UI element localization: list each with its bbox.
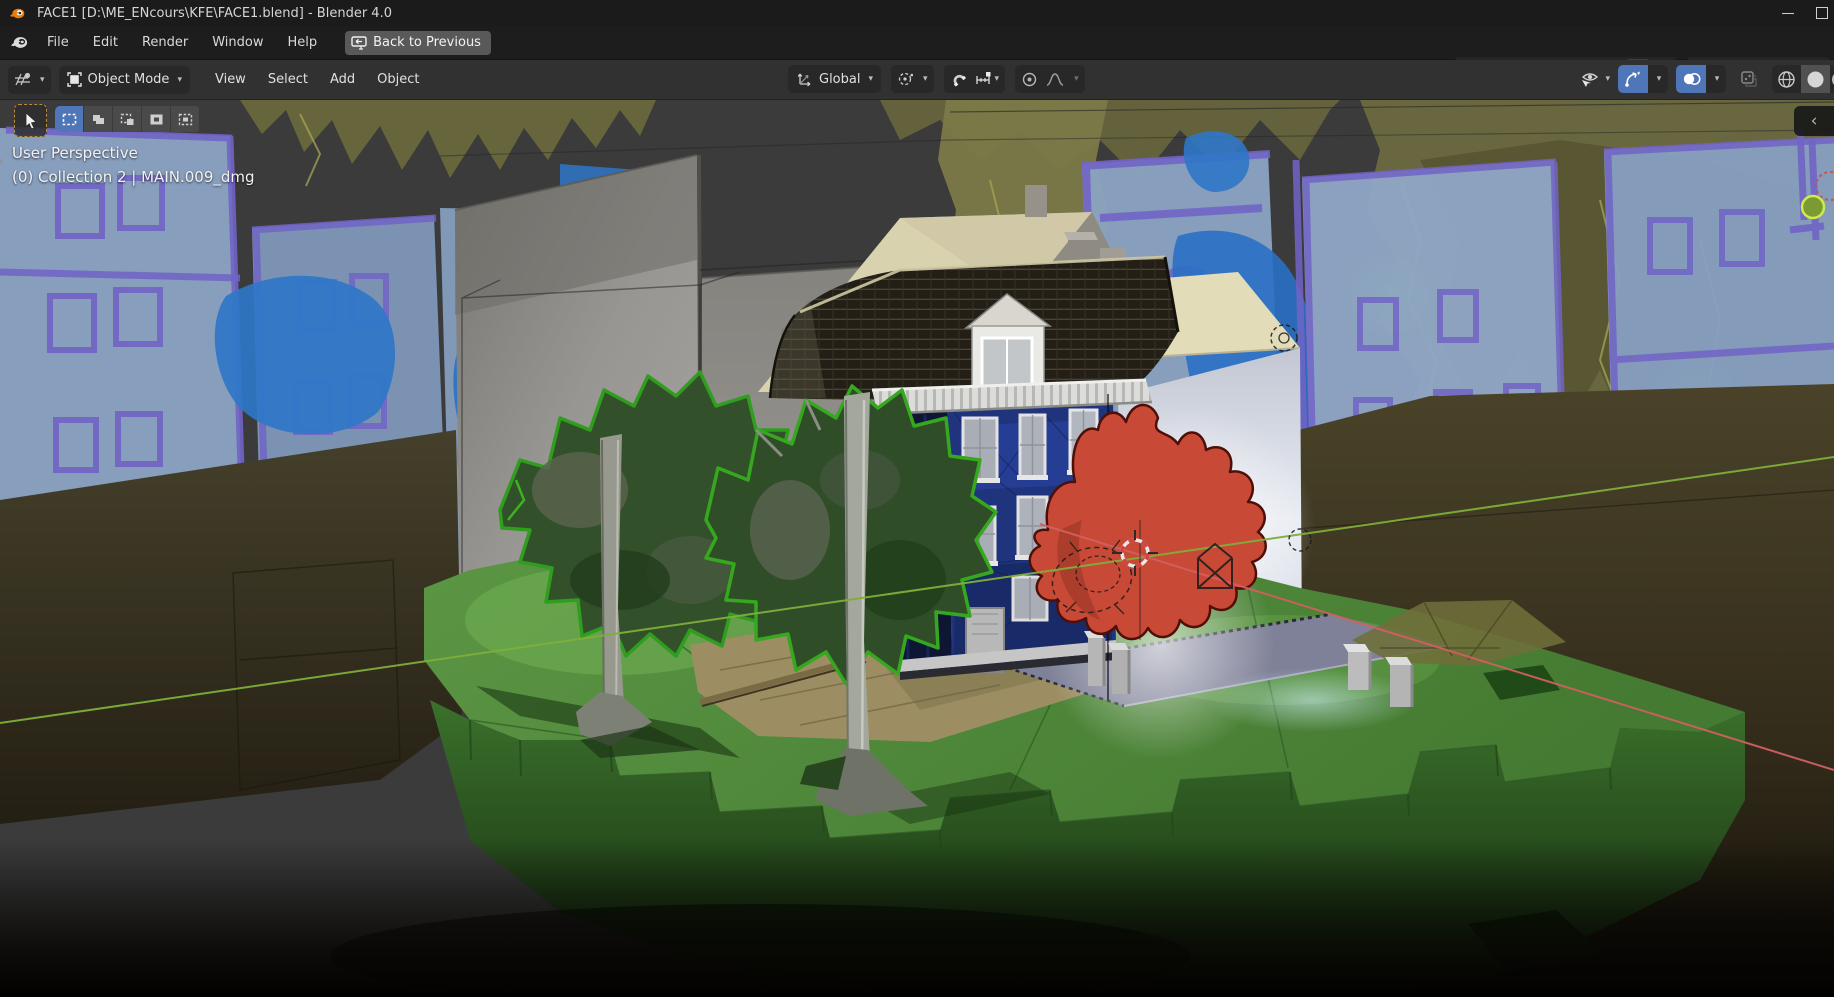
blender-logo [9, 5, 26, 22]
proportional-edit-group: ▾ [1015, 65, 1085, 93]
editor-type-button[interactable]: ▾ [8, 66, 51, 94]
select-mode-group [55, 106, 200, 132]
shading-wireframe-button[interactable] [1772, 65, 1801, 93]
chevron-down-icon: ▾ [995, 74, 1000, 84]
gizmo-toggle[interactable] [1618, 65, 1648, 93]
visibility-icon [1579, 70, 1601, 88]
select-mode-extend[interactable] [84, 106, 113, 132]
xray-toggle[interactable] [1734, 70, 1764, 88]
back-to-previous-button[interactable]: Back to Previous [345, 31, 491, 55]
solid-shading-icon [1806, 70, 1825, 89]
mode-dropdown[interactable]: Object Mode ▾ [59, 66, 190, 94]
proportional-icon[interactable] [1021, 71, 1038, 88]
overlays-dropdown[interactable]: ▾ [1706, 65, 1726, 93]
chevron-down-icon: ▾ [1605, 74, 1610, 84]
pivot-icon [897, 71, 915, 87]
blender-menu-button[interactable] [10, 33, 29, 52]
transform-orientation-dropdown[interactable]: Global ▾ [788, 65, 881, 93]
select-tool-button[interactable] [14, 104, 47, 137]
gizmo-y-axis-ball[interactable] [1802, 196, 1824, 218]
perspective-label: User Perspective [12, 144, 138, 162]
material-shading-icon [1830, 70, 1834, 89]
chevron-down-icon: ▾ [868, 74, 873, 84]
chevron-down-icon: ▾ [1074, 74, 1079, 84]
overlays-toggle-group: ▾ [1676, 65, 1726, 93]
select-tool-icon [23, 112, 39, 130]
maximize-icon[interactable] [1816, 7, 1828, 19]
gizmo-icon [1624, 70, 1642, 88]
select-mode-invert[interactable] [142, 106, 171, 132]
visibility-dropdown[interactable]: ▾ [1579, 70, 1610, 88]
viewport-header: ▾ Object Mode ▾ View Select Add Object G… [0, 60, 1834, 100]
shading-group [1772, 65, 1834, 93]
menu-edit[interactable]: Edit [81, 31, 130, 54]
xray-icon [1740, 70, 1758, 88]
snap-magnet-icon[interactable] [950, 71, 967, 88]
toolbar-expand-icon[interactable]: › [0, 152, 4, 170]
menu-object[interactable]: Object [366, 67, 430, 92]
select-mode-set[interactable] [55, 106, 84, 132]
title-bar: FACE1 [D:\ME_ENcours\KFE\FACE1.blend] - … [0, 0, 1834, 26]
viewport-canvas[interactable] [0, 100, 1834, 993]
object-mode-icon [67, 72, 82, 87]
menu-file[interactable]: File [35, 31, 81, 54]
falloff-icon[interactable] [1046, 72, 1064, 87]
overlays-toggle[interactable] [1676, 65, 1706, 93]
menu-help[interactable]: Help [276, 31, 330, 54]
snapping-group: ▾ [944, 65, 1006, 93]
menu-view[interactable]: View [204, 67, 257, 92]
chevron-left-icon: ‹ [1811, 111, 1818, 131]
blender-icon [10, 33, 29, 52]
top-bar: File Edit Render Window Help Back to Pre… [0, 26, 1834, 60]
menu-add[interactable]: Add [319, 67, 366, 92]
collection-label: (0) Collection 2 | MAIN.009_dmg [12, 168, 255, 186]
snap-target-dropdown[interactable]: ▾ [975, 71, 1000, 87]
chevron-down-icon: ▾ [177, 75, 182, 85]
shading-material-button[interactable] [1830, 65, 1834, 93]
back-to-previous-label: Back to Previous [373, 35, 481, 50]
overlays-icon [1682, 71, 1701, 87]
menu-select[interactable]: Select [257, 67, 319, 92]
bottom-fade [0, 840, 1834, 993]
gizmo-toggle-group: ▾ [1618, 65, 1668, 93]
select-mode-subtract[interactable] [113, 106, 142, 132]
menu-render[interactable]: Render [130, 31, 200, 54]
chevron-down-icon: ▾ [1657, 74, 1662, 84]
chevron-down-icon: ▾ [1715, 74, 1720, 84]
gizmo-dropdown[interactable]: ▾ [1648, 65, 1668, 93]
window-title: FACE1 [D:\ME_ENcours\KFE\FACE1.blend] - … [37, 6, 392, 21]
minimize-icon[interactable] [1782, 13, 1794, 14]
sidebar-toggle-button[interactable]: ‹ [1794, 106, 1834, 136]
mode-label: Object Mode [88, 72, 170, 87]
back-to-previous-icon [351, 36, 367, 50]
snap-target-icon [975, 71, 993, 87]
orientation-icon [796, 71, 813, 87]
chevron-down-icon: ▾ [40, 75, 45, 85]
shading-solid-button[interactable] [1801, 65, 1830, 93]
select-mode-intersect[interactable] [171, 106, 200, 132]
3d-viewport[interactable]: User Perspective (0) Collection 2 | MAIN… [0, 100, 1834, 993]
menu-window[interactable]: Window [200, 31, 275, 54]
wireframe-shading-icon [1777, 70, 1796, 89]
orientation-label: Global [819, 72, 860, 87]
pivot-point-dropdown[interactable]: ▾ [891, 65, 934, 93]
editor-type-icon [14, 72, 32, 88]
chevron-down-icon: ▾ [923, 74, 928, 84]
